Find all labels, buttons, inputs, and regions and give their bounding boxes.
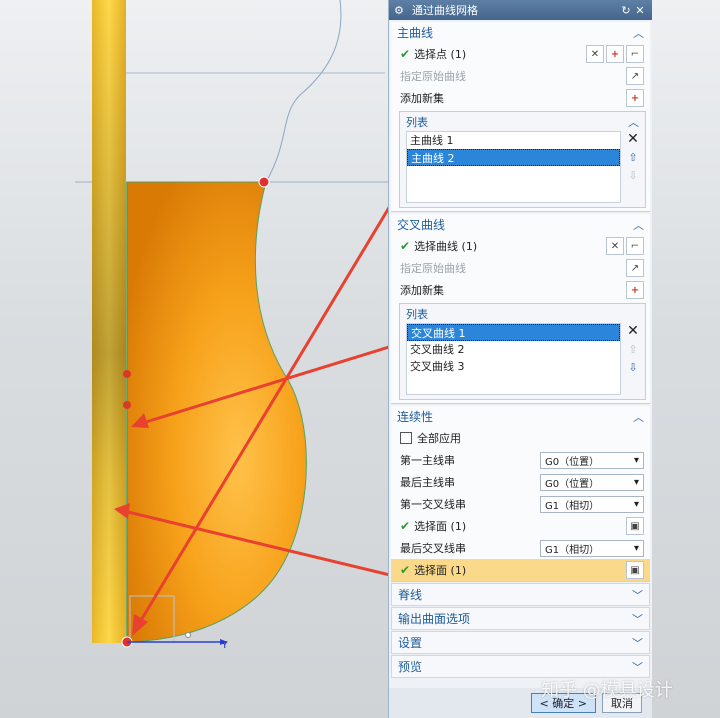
- chevron-down-icon[interactable]: ﹀: [632, 611, 643, 627]
- select-face-row-active[interactable]: ✔ 选择面 (1) ▣: [391, 559, 650, 581]
- first-cross-row: 第一交叉线串 G1（相切） ▾: [391, 493, 650, 515]
- spine-group[interactable]: 脊线 ﹀: [391, 583, 650, 606]
- output-surface-options-group[interactable]: 输出曲面选项 ﹀: [391, 607, 650, 630]
- dialog-title: 通过曲线网格: [412, 4, 478, 17]
- add-new-set-row[interactable]: 添加新集 +: [391, 87, 650, 109]
- point-filter-icon[interactable]: ✕: [586, 45, 604, 63]
- move-down-icon: ⇩: [628, 168, 638, 182]
- specify-origin-curve-row: 指定原始曲线 ↗: [391, 65, 650, 87]
- chevron-up-icon[interactable]: ︿: [633, 217, 644, 233]
- cross-curves-header[interactable]: 交叉曲线 ︿: [391, 214, 650, 235]
- apply-all-row[interactable]: 全部应用: [391, 427, 650, 449]
- continuity-header[interactable]: 连续性 ︿: [391, 406, 650, 427]
- cross-curves-group: 交叉曲线 ︿ ✔ 选择曲线 (1) ✕ ⌐ 指定原始曲线 ↗ 添加新集 + 列表…: [391, 214, 650, 404]
- primary-list: 列表 ︿ 主曲线 1 主曲线 2 ✕ ⇧ ⇩: [399, 111, 646, 208]
- chevron-down-icon[interactable]: ﹀: [632, 587, 643, 603]
- primary-curves-header[interactable]: 主曲线 ︿: [391, 22, 650, 43]
- move-up-icon: ⇧: [628, 342, 638, 356]
- move-down-icon[interactable]: ⇩: [625, 359, 641, 375]
- select-point-row[interactable]: ✔ 选择点 (1) ✕ + ⌐: [391, 43, 650, 65]
- list-item[interactable]: 交叉曲线 1: [407, 324, 620, 341]
- graphics-viewport[interactable]: Y: [0, 0, 388, 718]
- chevron-up-icon[interactable]: ︿: [633, 25, 644, 41]
- point-dialog-icon[interactable]: +: [606, 45, 624, 63]
- check-icon: ✔: [400, 239, 411, 253]
- preview-group[interactable]: 预览 ﹀: [391, 655, 650, 678]
- first-primary-select[interactable]: G0（位置） ▾: [540, 451, 644, 469]
- gear-icon: ⚙: [394, 3, 404, 17]
- list-item[interactable]: 主曲线 2: [407, 149, 620, 166]
- curve-select-icon[interactable]: ⌐: [626, 237, 644, 255]
- add-set-icon[interactable]: +: [626, 281, 644, 299]
- chevron-up-icon[interactable]: ︿: [633, 409, 644, 425]
- select-face-row[interactable]: ✔ 选择面 (1) ▣: [391, 515, 650, 537]
- check-icon: ✔: [400, 47, 411, 61]
- model-view: Y: [75, 0, 388, 651]
- through-curve-mesh-dialog: ⚙ 通过曲线网格 ↻ ✕ 主曲线 ︿ ✔ 选择点 (1) ✕ + ⌐ 指定原始曲…: [388, 0, 652, 718]
- remove-icon[interactable]: ✕: [625, 131, 641, 147]
- check-icon: ✔: [400, 563, 411, 577]
- first-primary-row: 第一主线串 G0（位置） ▾: [391, 449, 650, 471]
- apply-all-checkbox[interactable]: [400, 432, 412, 444]
- first-cross-select[interactable]: G1（相切） ▾: [540, 495, 644, 513]
- curve-select-icon[interactable]: ⌐: [626, 45, 644, 63]
- point-marker[interactable]: [258, 176, 270, 188]
- dropdown-arrow-icon: ▾: [633, 542, 639, 554]
- last-primary-row: 最后主线串 G0（位置） ▾: [391, 471, 650, 493]
- add-new-set-row[interactable]: 添加新集 +: [391, 279, 650, 301]
- list-item[interactable]: 主曲线 1: [407, 132, 620, 149]
- dropdown-arrow-icon: ▾: [633, 476, 639, 488]
- dialog-titlebar: ⚙ 通过曲线网格 ↻ ✕: [389, 0, 652, 20]
- cross-list: 列表 交叉曲线 1 交叉曲线 2 交叉曲线 3 ✕ ⇧ ⇩: [399, 303, 646, 400]
- watermark: 知乎 @模具设计: [541, 680, 673, 701]
- specify-origin-curve-row: 指定原始曲线 ↗: [391, 257, 650, 279]
- face-select-icon[interactable]: ▣: [626, 561, 644, 579]
- vase-surface: [126, 181, 307, 643]
- axis-y-label: Y: [221, 641, 228, 651]
- dropdown-arrow-icon: ▾: [633, 454, 639, 466]
- add-set-icon[interactable]: +: [626, 89, 644, 107]
- select-curve-row[interactable]: ✔ 选择曲线 (1) ✕ ⌐: [391, 235, 650, 257]
- dropdown-arrow-icon: ▾: [633, 498, 639, 510]
- continuity-group: 连续性 ︿ 全部应用 第一主线串 G0（位置） ▾ 最后主线串 G0（位置） ▾…: [391, 406, 650, 582]
- guide-curve: [265, 0, 342, 183]
- chevron-down-icon[interactable]: ﹀: [632, 635, 643, 651]
- list-item[interactable]: 交叉曲线 3: [407, 358, 620, 375]
- origin-curve-icon: ↗: [626, 259, 644, 277]
- face-select-icon[interactable]: ▣: [626, 517, 644, 535]
- origin-curve-icon: ↗: [626, 67, 644, 85]
- point-marker[interactable]: [123, 401, 131, 409]
- last-cross-row: 最后交叉线串 G1（相切） ▾: [391, 537, 650, 559]
- primary-curves-group: 主曲线 ︿ ✔ 选择点 (1) ✕ + ⌐ 指定原始曲线 ↗ 添加新集 + 列表…: [391, 22, 650, 212]
- reset-icon[interactable]: ↻: [619, 4, 633, 17]
- curve-filter-icon[interactable]: ✕: [606, 237, 624, 255]
- last-primary-select[interactable]: G0（位置） ▾: [540, 473, 644, 491]
- point-marker[interactable]: [123, 370, 131, 378]
- last-cross-select[interactable]: G1（相切） ▾: [540, 539, 644, 557]
- chevron-down-icon[interactable]: ﹀: [632, 659, 643, 675]
- chevron-up-icon[interactable]: ︿: [628, 114, 639, 130]
- close-icon[interactable]: ✕: [633, 4, 647, 17]
- remove-icon[interactable]: ✕: [625, 323, 641, 339]
- list-item[interactable]: 交叉曲线 2: [407, 341, 620, 358]
- check-icon: ✔: [400, 519, 411, 533]
- settings-group[interactable]: 设置 ﹀: [391, 631, 650, 654]
- move-up-icon[interactable]: ⇧: [625, 149, 641, 165]
